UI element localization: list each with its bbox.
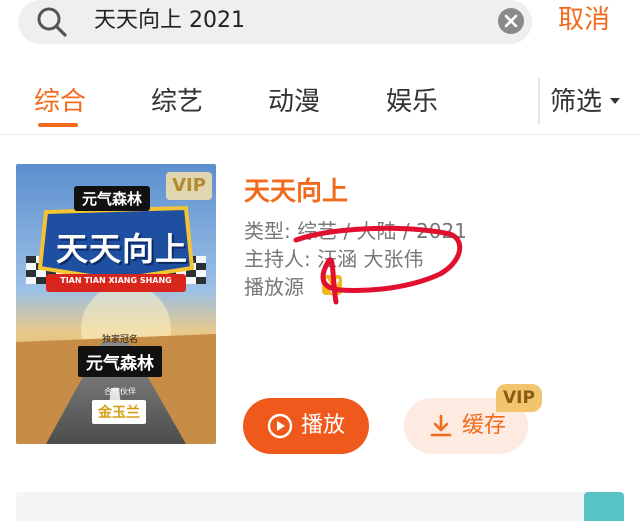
host-info: 主持人: 汪涵 大张伟 bbox=[244, 247, 424, 271]
poster-brand-top: 元气森林 bbox=[74, 186, 151, 211]
tab-entertainment[interactable]: 娱乐 bbox=[386, 86, 438, 118]
poster-sponsor: 元气森林 bbox=[78, 346, 162, 377]
tab-anime[interactable]: 动漫 bbox=[268, 86, 320, 118]
tab-divider bbox=[538, 78, 540, 124]
cancel-button[interactable]: 取消 bbox=[558, 4, 610, 36]
divider bbox=[0, 134, 640, 135]
vip-badge: VIP bbox=[166, 172, 212, 200]
cache-label: 缓存 bbox=[462, 413, 507, 438]
search-input[interactable]: 天天向上 2021 bbox=[94, 6, 245, 36]
clear-icon[interactable] bbox=[496, 6, 526, 36]
download-icon bbox=[430, 414, 452, 437]
tab-variety[interactable]: 综艺 bbox=[151, 86, 203, 118]
next-result-card[interactable] bbox=[16, 492, 624, 521]
caret-down-icon bbox=[610, 98, 620, 104]
cache-vip-badge: VIP bbox=[496, 384, 542, 412]
poster-title-art: 天天向上 bbox=[56, 230, 189, 268]
type-info: 类型: 综艺 / 大陆 / 2021 bbox=[244, 219, 467, 243]
poster-partner-caption: 合作伙伴 bbox=[104, 387, 136, 396]
search-icon bbox=[37, 7, 67, 37]
poster-partner: 金玉兰 bbox=[92, 400, 146, 424]
play-icon bbox=[267, 413, 293, 439]
show-title[interactable]: 天天向上 bbox=[244, 176, 348, 208]
tab-all[interactable]: 综合 bbox=[34, 86, 86, 118]
source-label: 播放源 bbox=[244, 275, 304, 299]
youku-v-icon[interactable] bbox=[322, 275, 342, 295]
poster-sponsor-caption: 独家冠名 bbox=[102, 335, 139, 345]
next-result-thumbnail[interactable] bbox=[584, 492, 624, 521]
filter-button[interactable]: 筛选 bbox=[550, 86, 602, 118]
show-poster[interactable]: 元气森林 天天向上 TIAN TIAN XIANG SHANG 独家冠名 元气森… bbox=[16, 164, 216, 444]
play-label: 播放 bbox=[301, 413, 346, 438]
active-tab-indicator bbox=[38, 123, 78, 127]
play-button[interactable]: 播放 bbox=[243, 398, 369, 454]
poster-subtitle-art: TIAN TIAN XIANG SHANG bbox=[60, 276, 172, 285]
search-bar[interactable]: 天天向上 2021 bbox=[18, 0, 532, 44]
